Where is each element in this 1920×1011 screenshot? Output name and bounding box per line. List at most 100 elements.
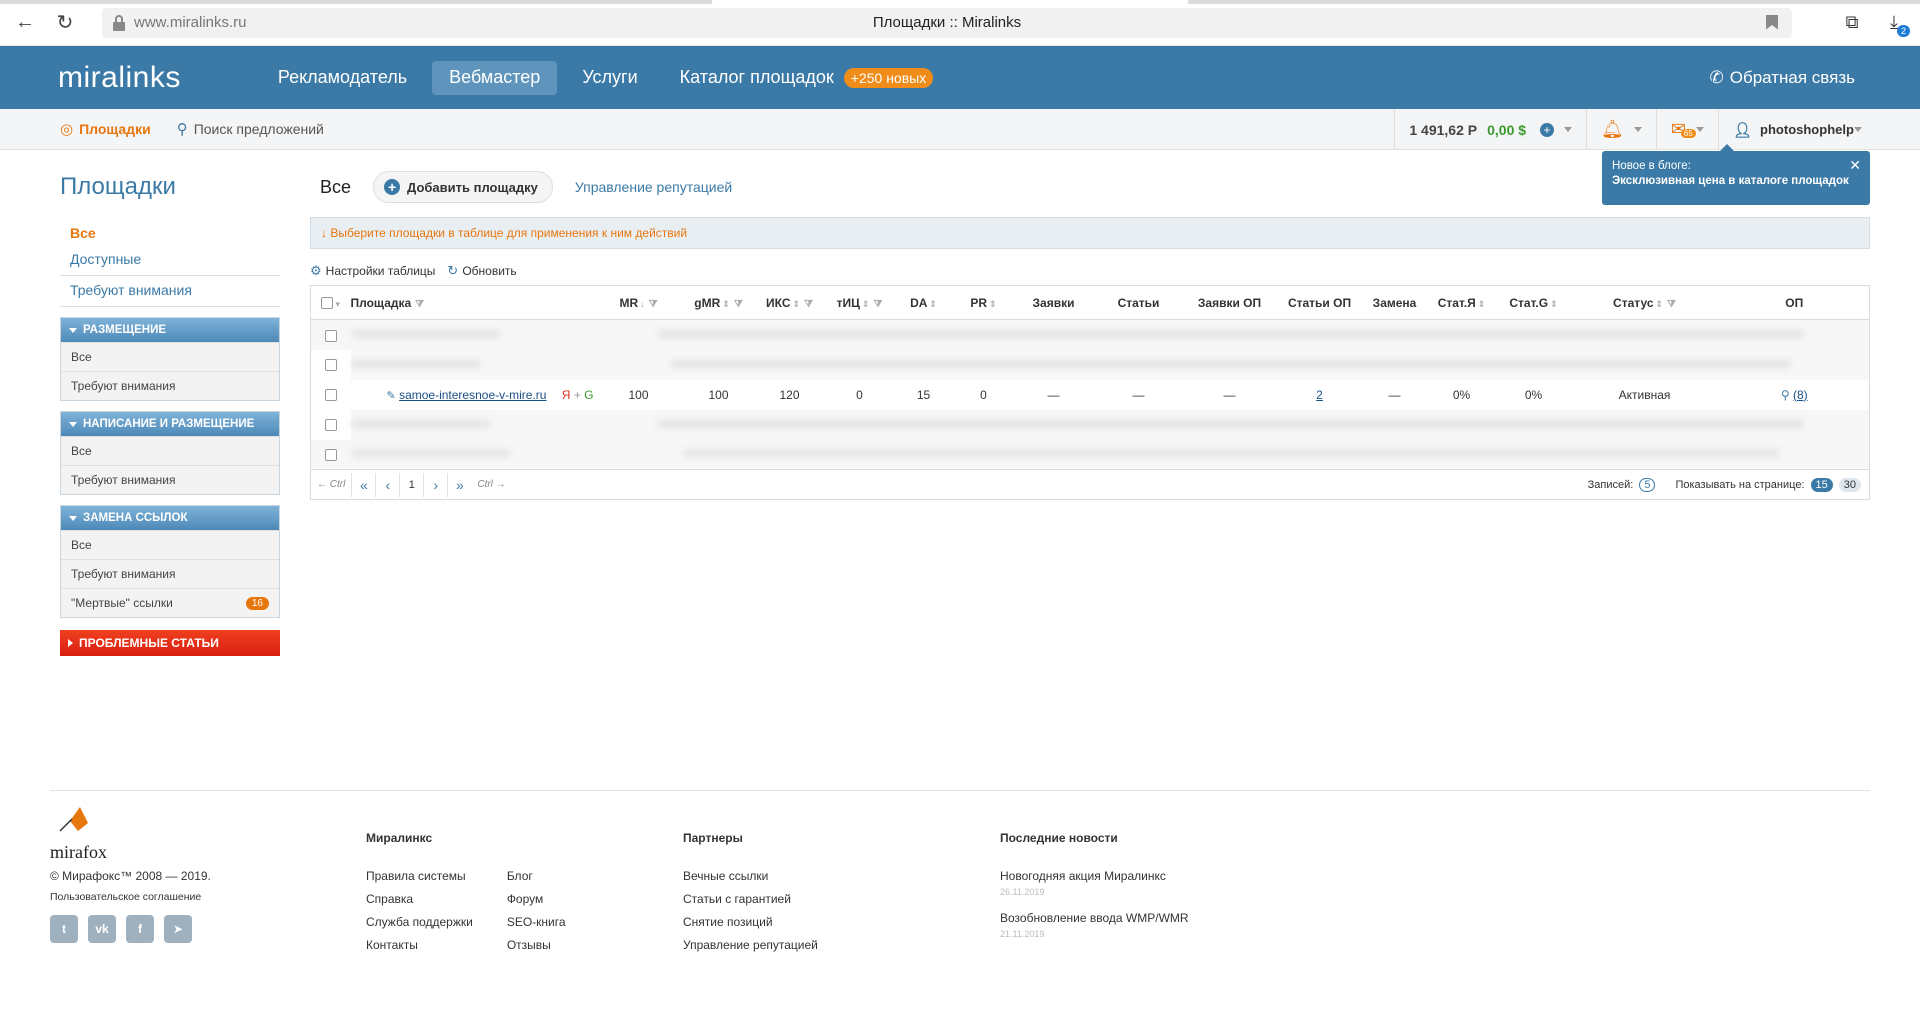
group-item-all[interactable]: Все [61, 436, 279, 465]
bookmark-icon[interactable] [1766, 14, 1778, 30]
col-orders-op[interactable]: Заявки ОП [1183, 285, 1276, 320]
filter-icon[interactable]: ⧩ [1667, 299, 1676, 310]
active-tab[interactable] [712, 0, 1188, 4]
feedback-link[interactable]: ✆ Обратная связь [1709, 68, 1855, 88]
row-checkbox[interactable] [324, 359, 337, 372]
add-funds-icon[interactable]: + [1540, 122, 1555, 137]
sidebar-item-all[interactable]: Все [60, 219, 280, 245]
first-page-button[interactable]: « [351, 472, 375, 497]
table-row[interactable] [310, 319, 1870, 350]
footer-link[interactable]: Справка [366, 892, 473, 906]
places-link[interactable]: ◎ Площадки [60, 120, 151, 138]
footer-link[interactable]: Снятие позиций [683, 915, 818, 929]
balance-widget[interactable]: 1 491,62 Р 0,00 $ + [1394, 109, 1586, 150]
table-row[interactable] [310, 349, 1870, 380]
blog-notification[interactable]: Новое в блоге: Эксклюзивная цена в катал… [1602, 144, 1870, 205]
row-checkbox[interactable] [324, 449, 337, 462]
col-tic[interactable]: тИЦ ⇕ ⧩ [825, 285, 894, 320]
footer-link[interactable]: Служба поддержки [366, 915, 473, 929]
col-replace[interactable]: Замена [1363, 285, 1426, 320]
reputation-link[interactable]: Управление репутацией [575, 179, 732, 195]
col-pr[interactable]: PR ⇕ [953, 285, 1014, 320]
col-articles[interactable]: Статьи [1093, 285, 1184, 320]
twitter-icon[interactable]: t [50, 915, 78, 943]
filter-icon[interactable]: ⧩ [415, 299, 424, 310]
articles-op-link[interactable]: 2 [1316, 388, 1323, 402]
group-item-attention[interactable]: Требуют внимания [61, 465, 279, 494]
table-row[interactable] [310, 439, 1870, 470]
row-checkbox-cell[interactable] [310, 439, 351, 470]
last-page-button[interactable]: » [447, 472, 471, 497]
news-link[interactable]: Новогодняя акция Миралинкс [1000, 869, 1189, 883]
group-header-replace[interactable]: Замена ссылок [61, 506, 279, 530]
translate-icon[interactable]: ⧉ [1840, 11, 1864, 35]
filter-icon[interactable]: ⧩ [804, 299, 813, 310]
search-offers-link[interactable]: ⚲ Поиск предложений [177, 120, 324, 138]
user-agreement-link[interactable]: Пользовательское соглашение [50, 891, 201, 903]
footer-link[interactable]: Статьи с гарантией [683, 892, 818, 906]
nav-webmaster[interactable]: Вебмастер [432, 60, 558, 95]
row-checkbox-cell[interactable] [310, 409, 351, 440]
footer-link[interactable]: Форум [507, 892, 566, 906]
messages[interactable]: ✉ 65 [1655, 109, 1718, 150]
footer-link[interactable]: Отзывы [507, 938, 566, 952]
op-link[interactable]: (8) [1793, 388, 1808, 402]
footer-link[interactable]: Блог [507, 869, 566, 883]
col-stat-g[interactable]: Стат.G ⇕ [1497, 285, 1570, 320]
col-iks[interactable]: ИКС ⇕ ⧩ [753, 285, 826, 320]
group-item-dead-links[interactable]: "Мертвые" ссылки 16 [61, 588, 279, 617]
filter-icon[interactable]: ⧩ [873, 299, 882, 310]
select-all-checkbox[interactable] [321, 297, 334, 310]
col-site[interactable]: Площадка ⧩ [350, 285, 594, 320]
address-bar[interactable]: www.miralinks.ru Площадки :: Miralinks [102, 7, 1792, 38]
magnifier-icon[interactable]: ⚲ [1781, 388, 1790, 402]
col-da[interactable]: DA ⇕ [893, 285, 954, 320]
group-header-writing[interactable]: Написание и размещение [61, 412, 279, 436]
nav-catalog[interactable]: Каталог площадок +250 новых [663, 61, 951, 95]
table-row[interactable] [310, 409, 1870, 440]
row-checkbox-cell[interactable] [310, 349, 351, 380]
sidebar-item-attention[interactable]: Требуют внимания [60, 276, 280, 307]
vk-icon[interactable]: vk [88, 915, 116, 943]
select-all-header[interactable]: ▾ [310, 285, 351, 320]
back-icon[interactable]: ← [10, 8, 40, 38]
notifications[interactable]: 🔔︎ [1586, 109, 1656, 150]
col-orders[interactable]: Заявки [1013, 285, 1094, 320]
col-gmr[interactable]: gMR ⇕ ⧩ [683, 285, 754, 320]
group-item-all[interactable]: Все [61, 342, 279, 371]
miralinks-logo[interactable]: miralinks [58, 61, 181, 95]
row-checkbox[interactable] [324, 389, 337, 402]
group-item-all[interactable]: Все [61, 530, 279, 559]
footer-link[interactable]: Управление репутацией [683, 938, 818, 952]
per-page-15[interactable]: 15 [1810, 477, 1833, 492]
download-icon[interactable]: ⤓ 2 [1882, 11, 1910, 37]
filter-icon[interactable]: ⧩ [734, 299, 743, 310]
filter-icon[interactable]: ⧩ [649, 299, 658, 310]
row-checkbox[interactable] [324, 329, 337, 342]
page-number[interactable]: 1 [399, 472, 423, 497]
footer-link[interactable]: SEO-книга [507, 915, 566, 929]
reload-icon[interactable]: ↻ [50, 8, 80, 38]
row-checkbox-cell[interactable] [310, 319, 351, 350]
col-mr[interactable]: MR ↓ ⧩ [593, 285, 684, 320]
tab-all[interactable]: Все [320, 177, 351, 198]
mirafox-logo[interactable]: mirafox [50, 805, 107, 863]
edit-icon[interactable]: ✎ [387, 390, 396, 402]
user-menu[interactable]: 👤︎ photoshophelp [1718, 109, 1870, 150]
site-link[interactable]: samoe-interesnoe-v-mire.ru [399, 388, 546, 402]
facebook-icon[interactable]: f [126, 915, 154, 943]
sidebar-item-available[interactable]: Доступные [60, 245, 280, 276]
row-checkbox-cell[interactable] [311, 380, 351, 410]
problem-articles[interactable]: Проблемные статьи [60, 630, 280, 656]
group-header-placement[interactable]: Размещение [61, 318, 279, 342]
news-link[interactable]: Возобновление ввода WMP/WMR [1000, 911, 1189, 925]
footer-link[interactable]: Правила системы [366, 869, 473, 883]
add-place-button[interactable]: + Добавить площадку [373, 171, 553, 203]
prev-page-button[interactable]: ‹ [375, 472, 399, 497]
table-row[interactable]: ✎ samoe-interesnoe-v-mire.ru Я + G 100 1… [311, 380, 1870, 410]
next-page-button[interactable]: › [423, 472, 447, 497]
group-item-attention[interactable]: Требуют внимания [61, 371, 279, 400]
col-stat-y[interactable]: Стат.Я ⇕ [1425, 285, 1498, 320]
chevron-down-icon[interactable]: ▾ [335, 299, 340, 309]
nav-services[interactable]: Услуги [565, 61, 654, 95]
